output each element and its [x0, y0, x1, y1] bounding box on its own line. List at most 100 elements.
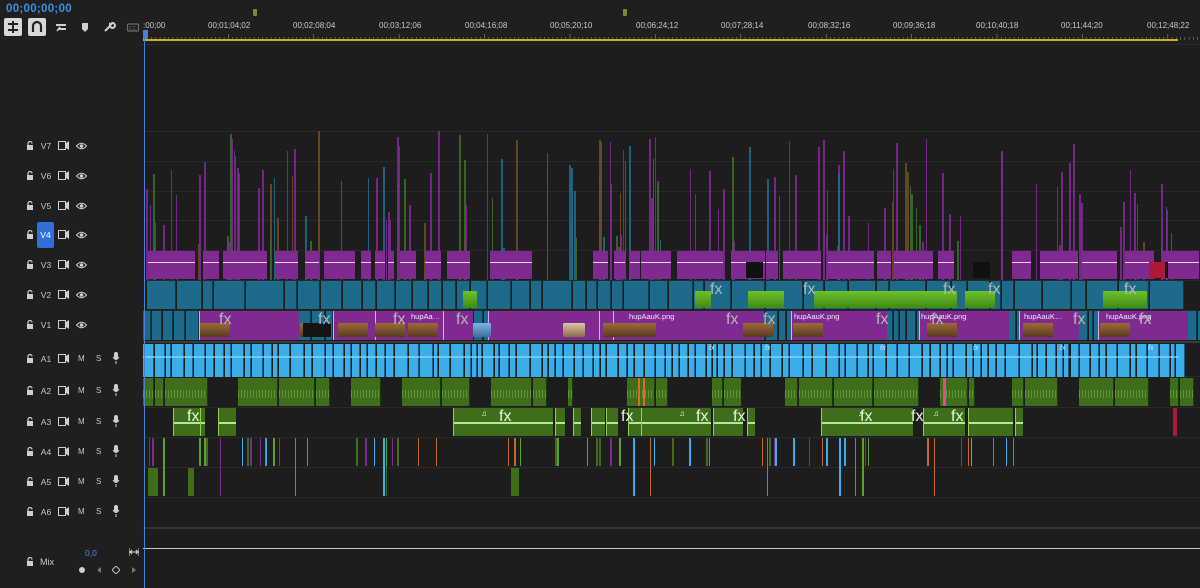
- timeline-clip[interactable]: [718, 344, 725, 377]
- timeline-clip[interactable]: [992, 438, 995, 466]
- timeline-clip[interactable]: [1079, 344, 1090, 377]
- timeline-clip[interactable]: [548, 344, 556, 377]
- track-target-a3[interactable]: A3: [37, 413, 55, 431]
- timeline-clip[interactable]: [793, 438, 795, 466]
- voice-over-record-icon[interactable]: [112, 475, 120, 487]
- timeline-clip[interactable]: [893, 311, 900, 340]
- timeline-clip[interactable]: [626, 378, 655, 406]
- timeline-clip[interactable]: [1179, 378, 1194, 406]
- timeline-clip[interactable]: [575, 238, 578, 280]
- mute-button[interactable]: M: [78, 417, 85, 426]
- timeline-clip[interactable]: [732, 344, 746, 377]
- timeline-clip[interactable]: [953, 344, 966, 377]
- timeline-clip[interactable]: [1002, 281, 1015, 309]
- timeline-clip[interactable]: [294, 438, 297, 496]
- settings-wrench-icon[interactable]: [100, 18, 118, 36]
- lock-icon[interactable]: [26, 557, 34, 567]
- solo-button[interactable]: S: [96, 417, 101, 426]
- lock-icon[interactable]: [26, 319, 34, 330]
- eye-icon[interactable]: [75, 142, 88, 150]
- timeline-clip[interactable]: [1170, 344, 1175, 377]
- track-target-v4[interactable]: V4: [37, 222, 54, 248]
- mix-volume-value[interactable]: 0,0: [85, 548, 97, 558]
- timeline-clip[interactable]: [377, 344, 385, 377]
- sync-lock-icon[interactable]: [58, 320, 69, 329]
- timeline-clip[interactable]: [408, 344, 420, 377]
- timeline-clip[interactable]: [573, 408, 581, 436]
- timeline-clip[interactable]: [154, 378, 165, 406]
- timeline-clip[interactable]: [443, 281, 456, 309]
- timeline-clip[interactable]: [864, 438, 867, 466]
- timeline-clip[interactable]: [563, 344, 574, 377]
- lock-icon[interactable]: [26, 446, 34, 457]
- timeline-clip[interactable]: [656, 344, 666, 377]
- timeline-clip[interactable]: [219, 438, 222, 496]
- timeline-clip[interactable]: [823, 140, 825, 280]
- timeline-clip[interactable]: [708, 438, 711, 466]
- eye-icon[interactable]: [75, 321, 88, 329]
- sync-lock-icon[interactable]: [58, 386, 69, 395]
- timeline-clip[interactable]: [611, 281, 623, 309]
- timeline-clip[interactable]: [471, 344, 477, 377]
- track-target-v5[interactable]: V5: [37, 197, 55, 215]
- timeline-clip[interactable]: [669, 281, 693, 309]
- timeline-clip[interactable]: [567, 378, 574, 406]
- add-keyframe-icon[interactable]: [112, 566, 120, 574]
- track-target-a5[interactable]: A5: [37, 473, 55, 491]
- timeline-clip[interactable]: [396, 281, 412, 309]
- timeline-clip[interactable]: [511, 468, 519, 496]
- timeline-clip[interactable]: [826, 438, 828, 466]
- timeline-clip[interactable]: [269, 238, 272, 280]
- timeline-clip[interactable]: [154, 344, 165, 377]
- timeline-clip[interactable]: [840, 344, 846, 377]
- timeline-clip[interactable]: [1015, 408, 1023, 436]
- timeline-clip[interactable]: [1071, 281, 1086, 309]
- timeline-clip[interactable]: [556, 344, 563, 377]
- timeline-clip[interactable]: [988, 344, 996, 377]
- timeline-clip[interactable]: [274, 251, 299, 279]
- timeline-clip[interactable]: [846, 344, 857, 377]
- timeline-clip[interactable]: [1039, 251, 1078, 279]
- timeline-clip[interactable]: [152, 438, 154, 466]
- insert-nest-icon[interactable]: [4, 18, 22, 36]
- timeline-clip[interactable]: [766, 251, 778, 279]
- timeline-clip[interactable]: [383, 438, 385, 496]
- timeline-clip[interactable]: [279, 344, 291, 377]
- timeline-clip[interactable]: [960, 438, 963, 466]
- playhead-timecode[interactable]: 00;00;00;00: [6, 3, 72, 15]
- timeline-clip[interactable]: [1015, 281, 1043, 309]
- timeline-clip[interactable]: [491, 378, 532, 406]
- timeline-clip[interactable]: [982, 344, 988, 377]
- track-target-v1[interactable]: V1: [37, 316, 55, 334]
- timeline-clip[interactable]: [1160, 344, 1170, 377]
- mute-button[interactable]: M: [78, 354, 85, 363]
- timeline-clip[interactable]: [542, 281, 572, 309]
- eye-icon[interactable]: [75, 291, 88, 299]
- timeline-clip[interactable]: [586, 438, 588, 466]
- timeline-clip[interactable]: [399, 251, 417, 279]
- timeline-clip[interactable]: [206, 344, 215, 377]
- timeline-clip[interactable]: [297, 281, 320, 309]
- eye-icon[interactable]: [75, 261, 88, 269]
- eye-icon[interactable]: [75, 172, 88, 180]
- timeline-clip[interactable]: [486, 134, 489, 280]
- timeline-clip[interactable]: [250, 438, 252, 466]
- timeline-clip[interactable]: [1107, 344, 1117, 377]
- timeline-clip[interactable]: [200, 408, 205, 436]
- timeline-clip[interactable]: [395, 344, 408, 377]
- timeline-clip[interactable]: [487, 281, 511, 309]
- playhead-line[interactable]: [144, 30, 145, 588]
- timeline-clip[interactable]: [451, 344, 465, 377]
- timeline-clip[interactable]: [1149, 281, 1185, 309]
- timeline-clip[interactable]: [397, 438, 399, 466]
- timeline-clip[interactable]: [204, 438, 206, 466]
- timeline-clip[interactable]: [356, 438, 358, 466]
- timeline-clip[interactable]: [273, 438, 275, 466]
- timeline-clip[interactable]: [365, 438, 367, 466]
- lock-icon[interactable]: [26, 140, 34, 151]
- timeline-clip[interactable]: [867, 438, 870, 466]
- timeline-clip[interactable]: [968, 408, 1013, 436]
- track-target-v3[interactable]: V3: [37, 256, 55, 274]
- timeline-clip[interactable]: [782, 251, 821, 279]
- timeline-clip[interactable]: [755, 344, 761, 377]
